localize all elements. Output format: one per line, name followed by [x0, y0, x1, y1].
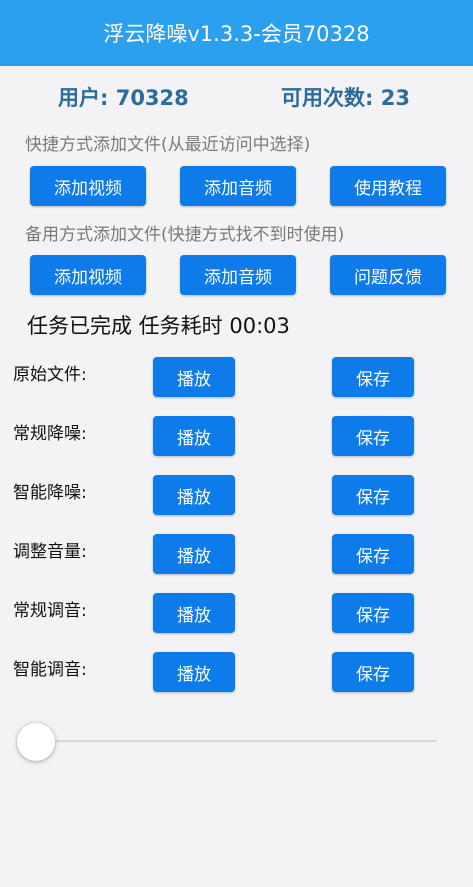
row-label-normal-denoise: 常规降噪: — [13, 424, 87, 444]
play-smart-denoise-button[interactable]: 播放 — [153, 475, 235, 515]
tutorial-button[interactable]: 使用教程 — [330, 166, 446, 206]
save-normal-denoise-button[interactable]: 保存 — [332, 416, 414, 456]
save-smart-tune-button[interactable]: 保存 — [332, 652, 414, 692]
play-volume-button[interactable]: 播放 — [153, 534, 235, 574]
backup-add-hint: 备用方式添加文件(快捷方式找不到时使用) — [25, 225, 345, 245]
app-title: 浮云降噪v1.3.3-会员70328 — [103, 22, 370, 46]
feedback-button[interactable]: 问题反馈 — [330, 255, 446, 295]
quick-add-video-button[interactable]: 添加视频 — [30, 166, 146, 206]
user-id: 用户: 70328 — [58, 86, 189, 110]
row-label-original: 原始文件: — [13, 365, 87, 385]
save-volume-button[interactable]: 保存 — [332, 534, 414, 574]
quick-add-hint: 快捷方式添加文件(从最近访问中选择) — [25, 135, 311, 155]
playback-slider-track[interactable] — [35, 740, 437, 742]
play-original-button[interactable]: 播放 — [153, 357, 235, 397]
task-status: 任务已完成 任务耗时 00:03 — [27, 314, 290, 338]
play-normal-denoise-button[interactable]: 播放 — [153, 416, 235, 456]
playback-slider-thumb[interactable] — [17, 723, 55, 761]
backup-add-video-button[interactable]: 添加视频 — [30, 255, 146, 295]
title-bar: 浮云降噪v1.3.3-会员70328 — [0, 0, 473, 66]
row-label-volume: 调整音量: — [13, 542, 87, 562]
backup-add-audio-button[interactable]: 添加音频 — [180, 255, 296, 295]
remaining-count: 可用次数: 23 — [281, 86, 410, 110]
row-label-normal-tune: 常规调音: — [13, 601, 87, 621]
save-normal-tune-button[interactable]: 保存 — [332, 593, 414, 633]
row-label-smart-tune: 智能调音: — [13, 660, 87, 680]
row-label-smart-denoise: 智能降噪: — [13, 483, 87, 503]
play-smart-tune-button[interactable]: 播放 — [153, 652, 235, 692]
play-normal-tune-button[interactable]: 播放 — [153, 593, 235, 633]
quick-add-audio-button[interactable]: 添加音频 — [180, 166, 296, 206]
save-original-button[interactable]: 保存 — [332, 357, 414, 397]
save-smart-denoise-button[interactable]: 保存 — [332, 475, 414, 515]
